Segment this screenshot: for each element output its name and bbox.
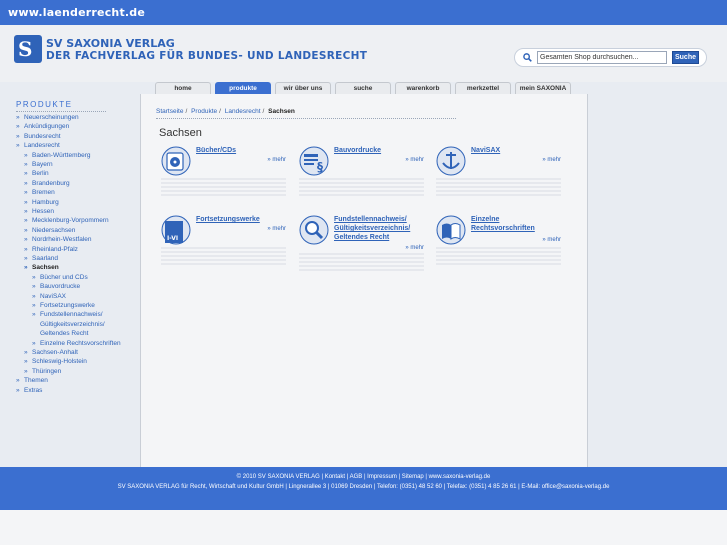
sidebar-item[interactable]: Geltendes Recht	[40, 330, 88, 337]
top-bar: www.laenderrecht.de	[0, 0, 727, 25]
cd-icon[interactable]	[161, 146, 191, 176]
tab-mein-saxonia[interactable]: mein SAXONIA	[515, 82, 571, 94]
tab-produkte[interactable]: produkte	[215, 82, 271, 94]
sidebar-item[interactable]: Einzelne Rechtsvorschriften	[32, 340, 121, 347]
logo-mark[interactable]: S	[14, 35, 42, 63]
sidebar-item[interactable]: Fundstellennachweis/	[32, 311, 102, 318]
tab-suche[interactable]: suche	[335, 82, 391, 94]
product-card: NaviSAX » mehr	[436, 146, 561, 196]
more-link[interactable]: » mehr	[542, 157, 561, 163]
card-title[interactable]: Bauvordrucke	[334, 146, 381, 155]
breadcrumb-current: Sachsen	[268, 108, 295, 115]
sidebar-item[interactable]: Hessen	[24, 208, 54, 215]
book-icon[interactable]	[436, 215, 466, 245]
sidebar-item[interactable]: Fortsetzungswerke	[32, 302, 95, 309]
product-card: § Bauvordrucke » mehr	[299, 146, 424, 196]
more-link[interactable]: » mehr	[267, 157, 286, 163]
card-description	[299, 178, 424, 196]
magnifier-icon[interactable]	[299, 215, 329, 245]
site-domain: www.laenderrecht.de	[8, 6, 146, 19]
more-link[interactable]: » mehr	[405, 157, 424, 163]
tab-warenkorb[interactable]: warenkorb	[395, 82, 451, 94]
volumes-icon[interactable]: I-VI	[161, 215, 191, 245]
divider	[156, 118, 456, 119]
footer: © 2010 SV SAXONIA VERLAG | Kontakt | AGB…	[0, 467, 727, 510]
logo-tagline: DER FACHVERLAG FÜR BUNDES- UND LANDESREC…	[46, 50, 368, 62]
sidebar-item[interactable]: Rheinland-Pfalz	[24, 246, 78, 253]
sidebar-item[interactable]: Thüringen	[24, 368, 61, 375]
sidebar-item[interactable]: Berlin	[24, 170, 48, 177]
more-link[interactable]: » mehr	[542, 237, 561, 243]
card-description	[161, 247, 286, 265]
more-link[interactable]: » mehr	[267, 226, 286, 232]
svg-text:I-VI: I-VI	[167, 235, 178, 242]
product-card: Einzelne Rechtsvorschriften » mehr	[436, 215, 561, 265]
footer-address: SV SAXONIA VERLAG für Recht, Wirtschaft …	[117, 484, 610, 490]
forms-icon[interactable]: §	[299, 146, 329, 176]
page-title: Sachsen	[159, 127, 202, 139]
sidebar-item[interactable]: Bücher und CDs	[32, 274, 88, 281]
product-card: Fundstellennachweis/ Gültigkeitsverzeich…	[299, 215, 424, 271]
sidebar-item[interactable]: Landesrecht	[16, 142, 60, 149]
card-title[interactable]: Einzelne Rechtsvorschriften	[471, 215, 556, 233]
tab-wir-ueber-uns[interactable]: wir über uns	[275, 82, 331, 94]
main-content: Startseite / Produkte / Landesrecht / Sachs…	[140, 94, 588, 467]
sidebar-item[interactable]: Bayern	[24, 161, 52, 168]
card-title[interactable]: Fortsetzungswerke	[196, 215, 260, 224]
search-icon	[523, 53, 532, 62]
page-bottom	[0, 510, 727, 545]
sidebar-item[interactable]: Bremen	[24, 189, 55, 196]
card-description	[436, 247, 561, 265]
logo-title[interactable]: SV SAXONIA VERLAG	[46, 37, 175, 50]
tab-merkzettel[interactable]: merkzettel	[455, 82, 511, 94]
sidebar-item[interactable]: Neuerscheinungen	[16, 114, 79, 121]
tab-home[interactable]: home	[155, 82, 211, 94]
breadcrumb-item[interactable]: Startseite	[156, 108, 183, 115]
more-link[interactable]: » mehr	[405, 245, 424, 251]
sidebar-item[interactable]: Sachsen-Anhalt	[24, 349, 78, 356]
sidebar-heading: PRODUKTE	[16, 100, 106, 112]
search-input[interactable]	[537, 51, 667, 64]
sidebar-item[interactable]: Schleswig-Holstein	[24, 358, 87, 365]
product-card: Bücher/CDs » mehr	[161, 146, 286, 196]
card-title[interactable]: Bücher/CDs	[196, 146, 236, 155]
sidebar-item[interactable]: Ankündigungen	[16, 123, 69, 130]
sidebar-item[interactable]: Brandenburg	[24, 180, 70, 187]
svg-text:§: §	[317, 160, 323, 174]
sidebar-item[interactable]: Bundesrecht	[16, 133, 60, 140]
sidebar-item[interactable]: Sachsen	[24, 264, 59, 271]
anchor-icon[interactable]	[436, 146, 466, 176]
sidebar-item[interactable]: Hamburg	[24, 199, 59, 206]
search-button[interactable]: Suche	[672, 51, 699, 64]
card-description	[436, 178, 561, 196]
breadcrumb-item[interactable]: Produkte	[191, 108, 217, 115]
header: S SV SAXONIA VERLAG DER FACHVERLAG FÜR B…	[0, 25, 727, 82]
footer-links[interactable]: © 2010 SV SAXONIA VERLAG | Kontakt | AGB…	[0, 474, 727, 480]
breadcrumb: Startseite / Produkte / Landesrecht / Sachs…	[156, 108, 295, 115]
product-card: I-VI Fortsetzungswerke » mehr	[161, 215, 286, 265]
sidebar-item[interactable]: Gültigkeitsverzeichnis/	[40, 321, 105, 328]
sidebar: PRODUKTE Neuerscheinungen Ankündigungen Bu…	[0, 94, 140, 467]
card-description	[299, 253, 424, 271]
card-title[interactable]: NaviSAX	[471, 146, 500, 155]
search-bar: Suche	[514, 48, 707, 67]
card-description	[161, 178, 286, 196]
sidebar-item[interactable]: Extras	[16, 387, 43, 394]
sidebar-item[interactable]: Themen	[16, 377, 48, 384]
sidebar-item[interactable]: Niedersachsen	[24, 227, 75, 234]
sidebar-item[interactable]: Mecklenburg-Vorpommern	[24, 217, 109, 224]
sidebar-item[interactable]: Baden-Württemberg	[24, 152, 90, 159]
sidebar-item[interactable]: Nordrhein-Westfalen	[24, 236, 91, 243]
sidebar-item[interactable]: Saarland	[24, 255, 58, 262]
sidebar-item[interactable]: Bauvordrucke	[32, 283, 80, 290]
breadcrumb-item[interactable]: Landesrecht	[225, 108, 261, 115]
card-title[interactable]: Fundstellennachweis/ Gültigkeitsverzeich…	[334, 215, 422, 242]
sidebar-item[interactable]: NaviSAX	[32, 293, 66, 300]
